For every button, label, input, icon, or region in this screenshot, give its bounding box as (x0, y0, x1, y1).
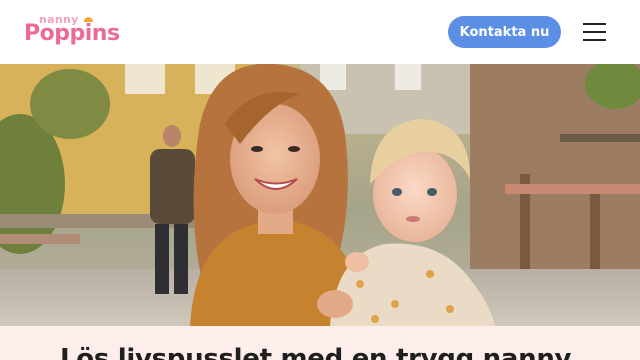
logo-text-main: Poppins (24, 21, 120, 46)
menu-line (583, 23, 606, 25)
site-header: nanny Poppins Kontakta nu (0, 0, 640, 64)
hamburger-menu-icon[interactable] (582, 20, 608, 44)
hero-photo-illustration (0, 64, 640, 326)
nanny-poppins-logo[interactable]: nanny Poppins (24, 14, 124, 50)
hero-headline: Lös livspusslet med en trygg nanny (60, 344, 572, 360)
contact-now-button[interactable]: Kontakta nu (448, 16, 561, 48)
menu-line (583, 31, 606, 33)
hero-image (0, 64, 640, 326)
menu-line (583, 39, 606, 41)
intro-section: Lös livspusslet med en trygg nanny (0, 326, 640, 360)
